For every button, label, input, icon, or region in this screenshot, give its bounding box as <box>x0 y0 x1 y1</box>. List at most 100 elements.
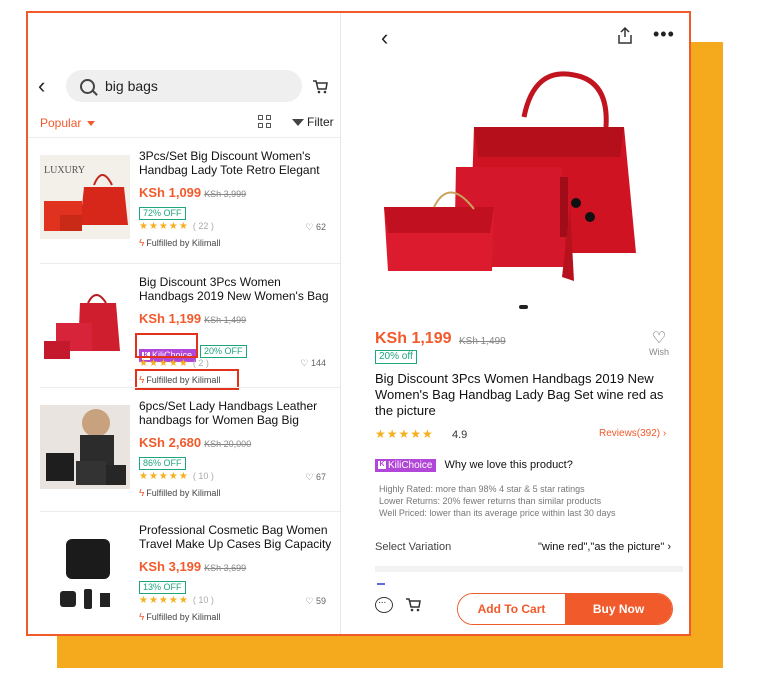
detail-rating-value: 4.9 <box>452 429 468 441</box>
like-count-value: 144 <box>310 358 326 368</box>
product-image <box>40 281 130 365</box>
kilichoice-badge: K KiliChoice <box>375 459 437 472</box>
detail-old-price: KSh 1,499 <box>459 336 506 347</box>
old-price: KSh 1,499 <box>204 315 247 325</box>
detail-title: Big Discount 3Pcs Women Handbags 2019 Ne… <box>375 371 664 418</box>
discount-badge: 20% OFF <box>200 345 247 358</box>
filter-button[interactable]: Filter <box>292 115 334 129</box>
kilichoice-label: KiliChoice <box>388 460 433 471</box>
detail-price: KSh 1,199 <box>375 330 452 347</box>
reason-list: Highly Rated: more than 98% 4 star & 5 s… <box>379 483 615 519</box>
reason-item: Highly Rated: more than 98% 4 star & 5 s… <box>379 484 585 494</box>
chevron-right-icon: › <box>667 541 671 553</box>
rating-stars: ★★★★★( 22 ) <box>139 221 214 232</box>
thumb-brand-text: LUXURY <box>44 165 85 176</box>
old-price: KSh 20,000 <box>204 439 252 449</box>
sort-dropdown[interactable]: Popular <box>40 116 95 130</box>
chat-icon[interactable] <box>375 595 393 613</box>
screenshot-stage: ‹ Popular Filter <box>0 0 759 687</box>
reason-item: Lower Returns: 20% fewer returns than si… <box>379 496 602 506</box>
like-count-value: 59 <box>315 596 326 606</box>
product-hero-image <box>384 71 636 281</box>
product-card[interactable]: Big Discount 3Pcs Women Handbags 2019 Ne… <box>28 265 340 390</box>
product-title[interactable]: Big Discount 3Pcs Women Handbags 2019 Ne… <box>139 275 335 303</box>
product-image <box>40 405 130 489</box>
old-price: KSh 3,699 <box>204 563 247 573</box>
section-separator <box>375 566 683 572</box>
reviews-link[interactable]: Reviews(392) › <box>599 428 666 439</box>
old-price: KSh 3,999 <box>204 189 247 199</box>
filter-label: Filter <box>307 115 334 129</box>
grid-view-icon[interactable] <box>258 115 272 129</box>
tab-indicator <box>377 583 385 585</box>
wish-label: Wish <box>649 347 669 357</box>
back-arrow-icon[interactable]: ‹ <box>38 75 45 97</box>
discount-badge: 86% OFF <box>139 457 186 470</box>
back-arrow-icon[interactable]: ‹ <box>381 25 388 51</box>
like-count-value: 67 <box>315 472 326 482</box>
rating-stars: ★★★★★( 10 ) <box>139 595 214 606</box>
detail-discount-badge: 20% off <box>375 350 417 364</box>
product-card[interactable]: 6pcs/Set Lady Handbags Leather handbags … <box>28 389 340 513</box>
heart-icon: ♡ <box>305 222 314 232</box>
carousel-indicator[interactable] <box>519 305 528 309</box>
sort-bar: Popular Filter <box>28 113 340 137</box>
search-icon <box>80 78 95 94</box>
heart-icon: ♡ <box>651 330 667 347</box>
divider <box>40 511 340 512</box>
detail-rating-stars: ★★★★★ <box>375 427 434 441</box>
fulfilled-text: Fulfilled by Kilimall <box>146 488 221 498</box>
add-to-cart-button[interactable]: Add To Cart <box>458 594 565 624</box>
price-value: KSh 2,680 <box>139 435 202 450</box>
product-card[interactable]: Professional Cosmetic Bag Women Travel M… <box>28 513 340 634</box>
like-count[interactable]: ♡ 144 <box>300 358 326 369</box>
review-count: ( 22 ) <box>192 221 214 231</box>
variation-label: Select Variation <box>375 541 452 553</box>
product-price: KSh 3,199 KSh 3,699 <box>139 559 246 574</box>
variation-value: "wine red","as the picture" › <box>538 541 671 553</box>
rating-stars: ★★★★★( 10 ) <box>139 471 214 482</box>
chevron-right-icon: › <box>662 428 667 439</box>
product-title[interactable]: 6pcs/Set Lady Handbags Leather handbags … <box>139 399 335 427</box>
product-title[interactable]: Professional Cosmetic Bag Women Travel M… <box>139 523 335 551</box>
product-price: KSh 1,099 KSh 3,999 <box>139 185 246 200</box>
search-bar[interactable] <box>66 70 302 102</box>
discount-badge: 13% OFF <box>139 581 186 594</box>
price-value: KSh 3,199 <box>139 559 202 574</box>
purchase-buttons: Add To Cart Buy Now <box>457 593 673 625</box>
reason-item: Well Priced: lower than its average pric… <box>379 508 616 518</box>
search-input[interactable] <box>105 78 255 94</box>
product-title[interactable]: 3Pcs/Set Big Discount Women's Handbag La… <box>139 149 335 177</box>
more-options-icon[interactable]: ••• <box>653 24 675 45</box>
product-card[interactable]: LUXURY 3Pcs/Set Big Discount Women's Han… <box>28 139 340 263</box>
bolt-icon: ϟ <box>139 238 145 249</box>
heart-icon: ♡ <box>305 596 314 606</box>
product-price: KSh 1,199 KSh 1,499 <box>139 311 246 326</box>
cart-icon[interactable] <box>405 597 421 613</box>
share-icon[interactable] <box>617 27 633 44</box>
cart-icon[interactable] <box>312 79 328 95</box>
heart-icon: ♡ <box>300 358 309 368</box>
wish-button[interactable]: ♡ Wish <box>649 330 669 358</box>
why-we-love-section: K KiliChoice Why we love this product? <box>375 459 573 472</box>
buy-now-button[interactable]: Buy Now <box>565 594 672 624</box>
like-count[interactable]: ♡ 67 <box>305 472 326 483</box>
divider <box>40 387 340 388</box>
product-price: KSh 2,680 KSh 20,000 <box>139 435 251 450</box>
like-count[interactable]: ♡ 59 <box>305 596 326 607</box>
select-variation-row[interactable]: Select Variation "wine red","as the pict… <box>375 541 671 553</box>
like-count[interactable]: ♡ 62 <box>305 222 326 233</box>
app-card: ‹ Popular Filter <box>26 11 691 636</box>
price-value: KSh 1,099 <box>139 185 202 200</box>
fulfilled-label: ϟ Fulfilled by Kilimall <box>139 488 220 499</box>
product-image <box>40 529 130 613</box>
heart-icon: ♡ <box>305 472 314 482</box>
product-detail-pane: ‹ ••• KSh 1,199 KSh 1,499 20% off ♡ Wish… <box>341 13 689 634</box>
fulfilled-label: ϟ Fulfilled by Kilimall <box>139 612 220 623</box>
price-value: KSh 1,199 <box>139 311 202 326</box>
review-count: ( 2 ) <box>192 358 209 368</box>
divider <box>40 263 340 264</box>
variation-value-text: "wine red","as the picture" <box>537 541 665 553</box>
review-count: ( 10 ) <box>192 595 214 605</box>
product-image: LUXURY <box>40 155 130 239</box>
